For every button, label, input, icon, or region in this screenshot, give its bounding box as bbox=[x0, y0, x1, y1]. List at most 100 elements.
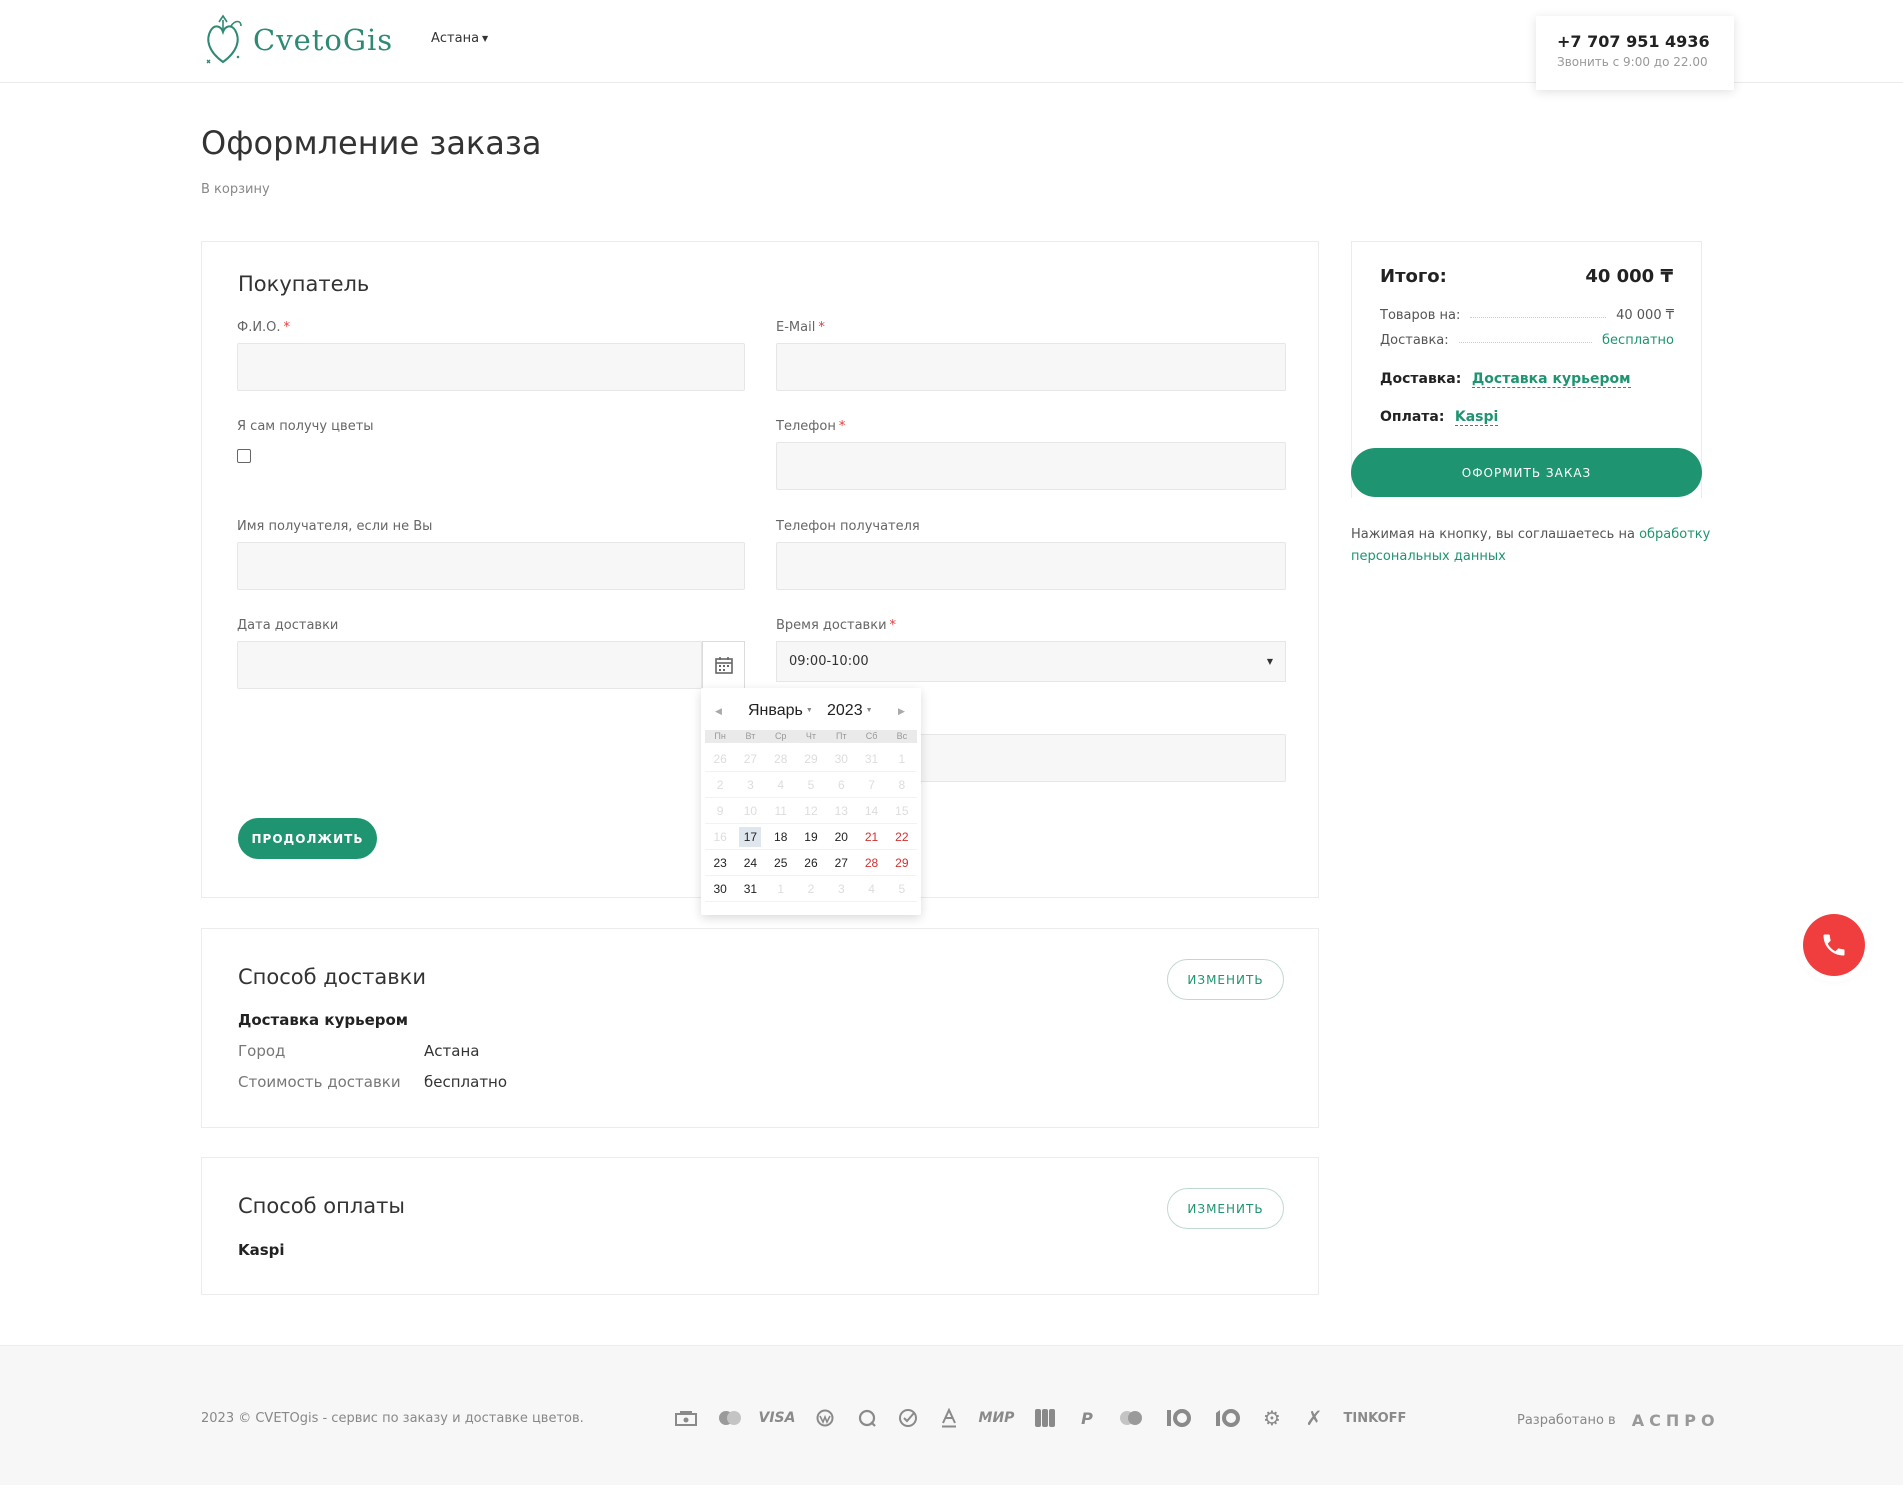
phone-hours: Звонить с 9:00 до 22.00 bbox=[1557, 55, 1708, 69]
datepicker-day[interactable]: 23 bbox=[705, 850, 736, 876]
recipient-name-input[interactable] bbox=[237, 542, 745, 590]
delivery-date-input[interactable] bbox=[237, 641, 702, 689]
day-number: 2 bbox=[807, 881, 815, 896]
payment-method-link[interactable]: Kaspi bbox=[1454, 409, 1499, 426]
datepicker-day: 5 bbox=[795, 772, 827, 798]
required-mark: * bbox=[283, 320, 291, 335]
delivery-panel: Способ доставки Изменить Доставка курьер… bbox=[201, 928, 1319, 1128]
required-mark: * bbox=[838, 419, 846, 434]
datepicker-day[interactable]: 18 bbox=[765, 824, 796, 850]
day-number: 27 bbox=[743, 751, 758, 766]
phone-input[interactable] bbox=[776, 442, 1286, 490]
delivery-time-select[interactable]: 09:00-10:00 ▼ bbox=[776, 641, 1286, 682]
callback-button[interactable] bbox=[1803, 914, 1865, 976]
datepicker-day: 4 bbox=[856, 876, 887, 902]
visa-icon: VISA bbox=[758, 1410, 796, 1426]
weekday-label: Пн bbox=[714, 731, 726, 741]
day-number: 11 bbox=[774, 803, 787, 818]
delivery-date-label: Дата доставки bbox=[237, 618, 339, 633]
datepicker-day[interactable]: 19 bbox=[795, 824, 827, 850]
day-number: 28 bbox=[774, 751, 788, 766]
day-number: 6 bbox=[837, 777, 845, 792]
tinkoff-icon: TINKOFF bbox=[1343, 1410, 1407, 1426]
place-order-button[interactable]: Оформить заказ bbox=[1351, 448, 1702, 497]
next-month-icon[interactable]: ▶ bbox=[898, 706, 905, 717]
day-number: 1 bbox=[898, 751, 906, 766]
dotted-divider bbox=[1458, 342, 1593, 343]
change-payment-button[interactable]: Изменить bbox=[1167, 1188, 1284, 1229]
datepicker-day[interactable]: 24 bbox=[735, 850, 766, 876]
self-pickup-checkbox[interactable] bbox=[237, 449, 251, 463]
day-number: 29 bbox=[804, 751, 818, 766]
datepicker-day[interactable]: 17 bbox=[735, 824, 766, 850]
datepicker-day[interactable]: 30 bbox=[705, 876, 736, 902]
day-number: 13 bbox=[834, 803, 848, 818]
datepicker-year[interactable]: 2023 ▼ bbox=[827, 702, 873, 720]
maestro-icon bbox=[1108, 1406, 1154, 1430]
day-number: 27 bbox=[834, 855, 848, 870]
datepicker-day[interactable]: 27 bbox=[826, 850, 857, 876]
yookassa-icon bbox=[1204, 1406, 1251, 1430]
day-number: 9 bbox=[716, 803, 724, 818]
datepicker-day: 9 bbox=[705, 798, 736, 824]
delivery-method-row: Доставка: Доставка курьером bbox=[1380, 371, 1631, 388]
datepicker-day[interactable]: 29 bbox=[886, 850, 917, 876]
payment-title: Способ оплаты bbox=[238, 1194, 405, 1218]
city-selector[interactable]: Астана ▼ bbox=[431, 31, 488, 46]
datepicker-day[interactable]: 25 bbox=[765, 850, 796, 876]
recipient-name-label: Имя получателя, если не Вы bbox=[237, 519, 433, 534]
developer-credit[interactable]: Разработано в АСПРО bbox=[1517, 1411, 1720, 1430]
datepicker-day[interactable]: 28 bbox=[856, 850, 887, 876]
payment-icons: VISA МИР P ⚙ ✗ TINKOFF bbox=[665, 1406, 1415, 1430]
email-input[interactable] bbox=[776, 343, 1286, 391]
datepicker-day: 29 bbox=[795, 746, 827, 772]
change-delivery-button[interactable]: Изменить bbox=[1167, 959, 1284, 1000]
recipient-phone-input[interactable] bbox=[776, 542, 1286, 590]
fio-input[interactable] bbox=[237, 343, 745, 391]
weekday-label: Пт bbox=[835, 731, 847, 741]
phone-icon bbox=[1823, 934, 1845, 956]
payment-method-row: Оплата: Kaspi bbox=[1380, 409, 1499, 426]
payment-method-label: Оплата: bbox=[1380, 409, 1445, 425]
weekday-label: Ср bbox=[774, 731, 787, 741]
developed-by-label: Разработано в bbox=[1517, 1413, 1616, 1428]
datepicker-day: 7 bbox=[856, 772, 887, 798]
delivery-title: Способ доставки bbox=[238, 965, 426, 989]
day-number: 19 bbox=[804, 829, 818, 844]
datepicker-days: 26 27 28 29 30 31 1 2 3 4 5 6 7 8 9 10 11 12 13 14 15 16 17 18 1… bbox=[705, 746, 917, 902]
day-number: 3 bbox=[747, 777, 754, 792]
datepicker-month[interactable]: Январь ▼ bbox=[748, 702, 813, 720]
back-to-cart-link[interactable]: В корзину bbox=[201, 182, 270, 197]
phone-number[interactable]: +7 707 951 4936 bbox=[1557, 32, 1713, 51]
day-number: 31 bbox=[743, 881, 758, 896]
datepicker-day[interactable]: 31 bbox=[735, 876, 766, 902]
datepicker-day: 4 bbox=[765, 772, 796, 798]
day-number: 28 bbox=[864, 855, 879, 870]
datepicker-day[interactable]: 21 bbox=[856, 824, 887, 850]
logo-text: CvetoGis bbox=[253, 23, 394, 57]
datepicker-day: 30 bbox=[826, 746, 857, 772]
continue-button[interactable]: Продолжить bbox=[238, 818, 377, 859]
day-number: 18 bbox=[774, 829, 788, 844]
datepicker-day[interactable]: 26 bbox=[795, 850, 827, 876]
paypal-icon: P bbox=[1081, 1408, 1093, 1428]
delivery-time-label: Время доставки * bbox=[776, 618, 897, 633]
weekday-label: Вс bbox=[896, 731, 908, 741]
datepicker-day[interactable]: 22 bbox=[886, 824, 917, 850]
logo[interactable]: CvetoGis bbox=[201, 12, 393, 68]
delivery-method-link[interactable]: Доставка курьером bbox=[1471, 371, 1631, 388]
prev-month-icon[interactable]: ◀ bbox=[715, 706, 722, 717]
datepicker-day[interactable]: 20 bbox=[826, 824, 857, 850]
calendar-button[interactable] bbox=[702, 641, 745, 689]
delivery-method: Доставка курьером bbox=[238, 1011, 409, 1029]
datepicker-day: 16 bbox=[705, 824, 736, 850]
phone-box[interactable]: +7 707 951 4936 Звонить с 9:00 до 22.00 bbox=[1536, 16, 1734, 90]
day-number: 16 bbox=[713, 829, 727, 844]
delivery-cost-summary-value: бесплатно bbox=[1602, 333, 1674, 348]
total-value: 40 000 ₸ bbox=[1585, 266, 1673, 287]
day-number: 7 bbox=[868, 777, 875, 792]
delivery-cost-label: Стоимость доставки bbox=[238, 1073, 401, 1091]
day-number: 30 bbox=[834, 751, 848, 766]
day-number: 15 bbox=[895, 803, 909, 818]
buyer-title: Покупатель bbox=[238, 272, 370, 296]
